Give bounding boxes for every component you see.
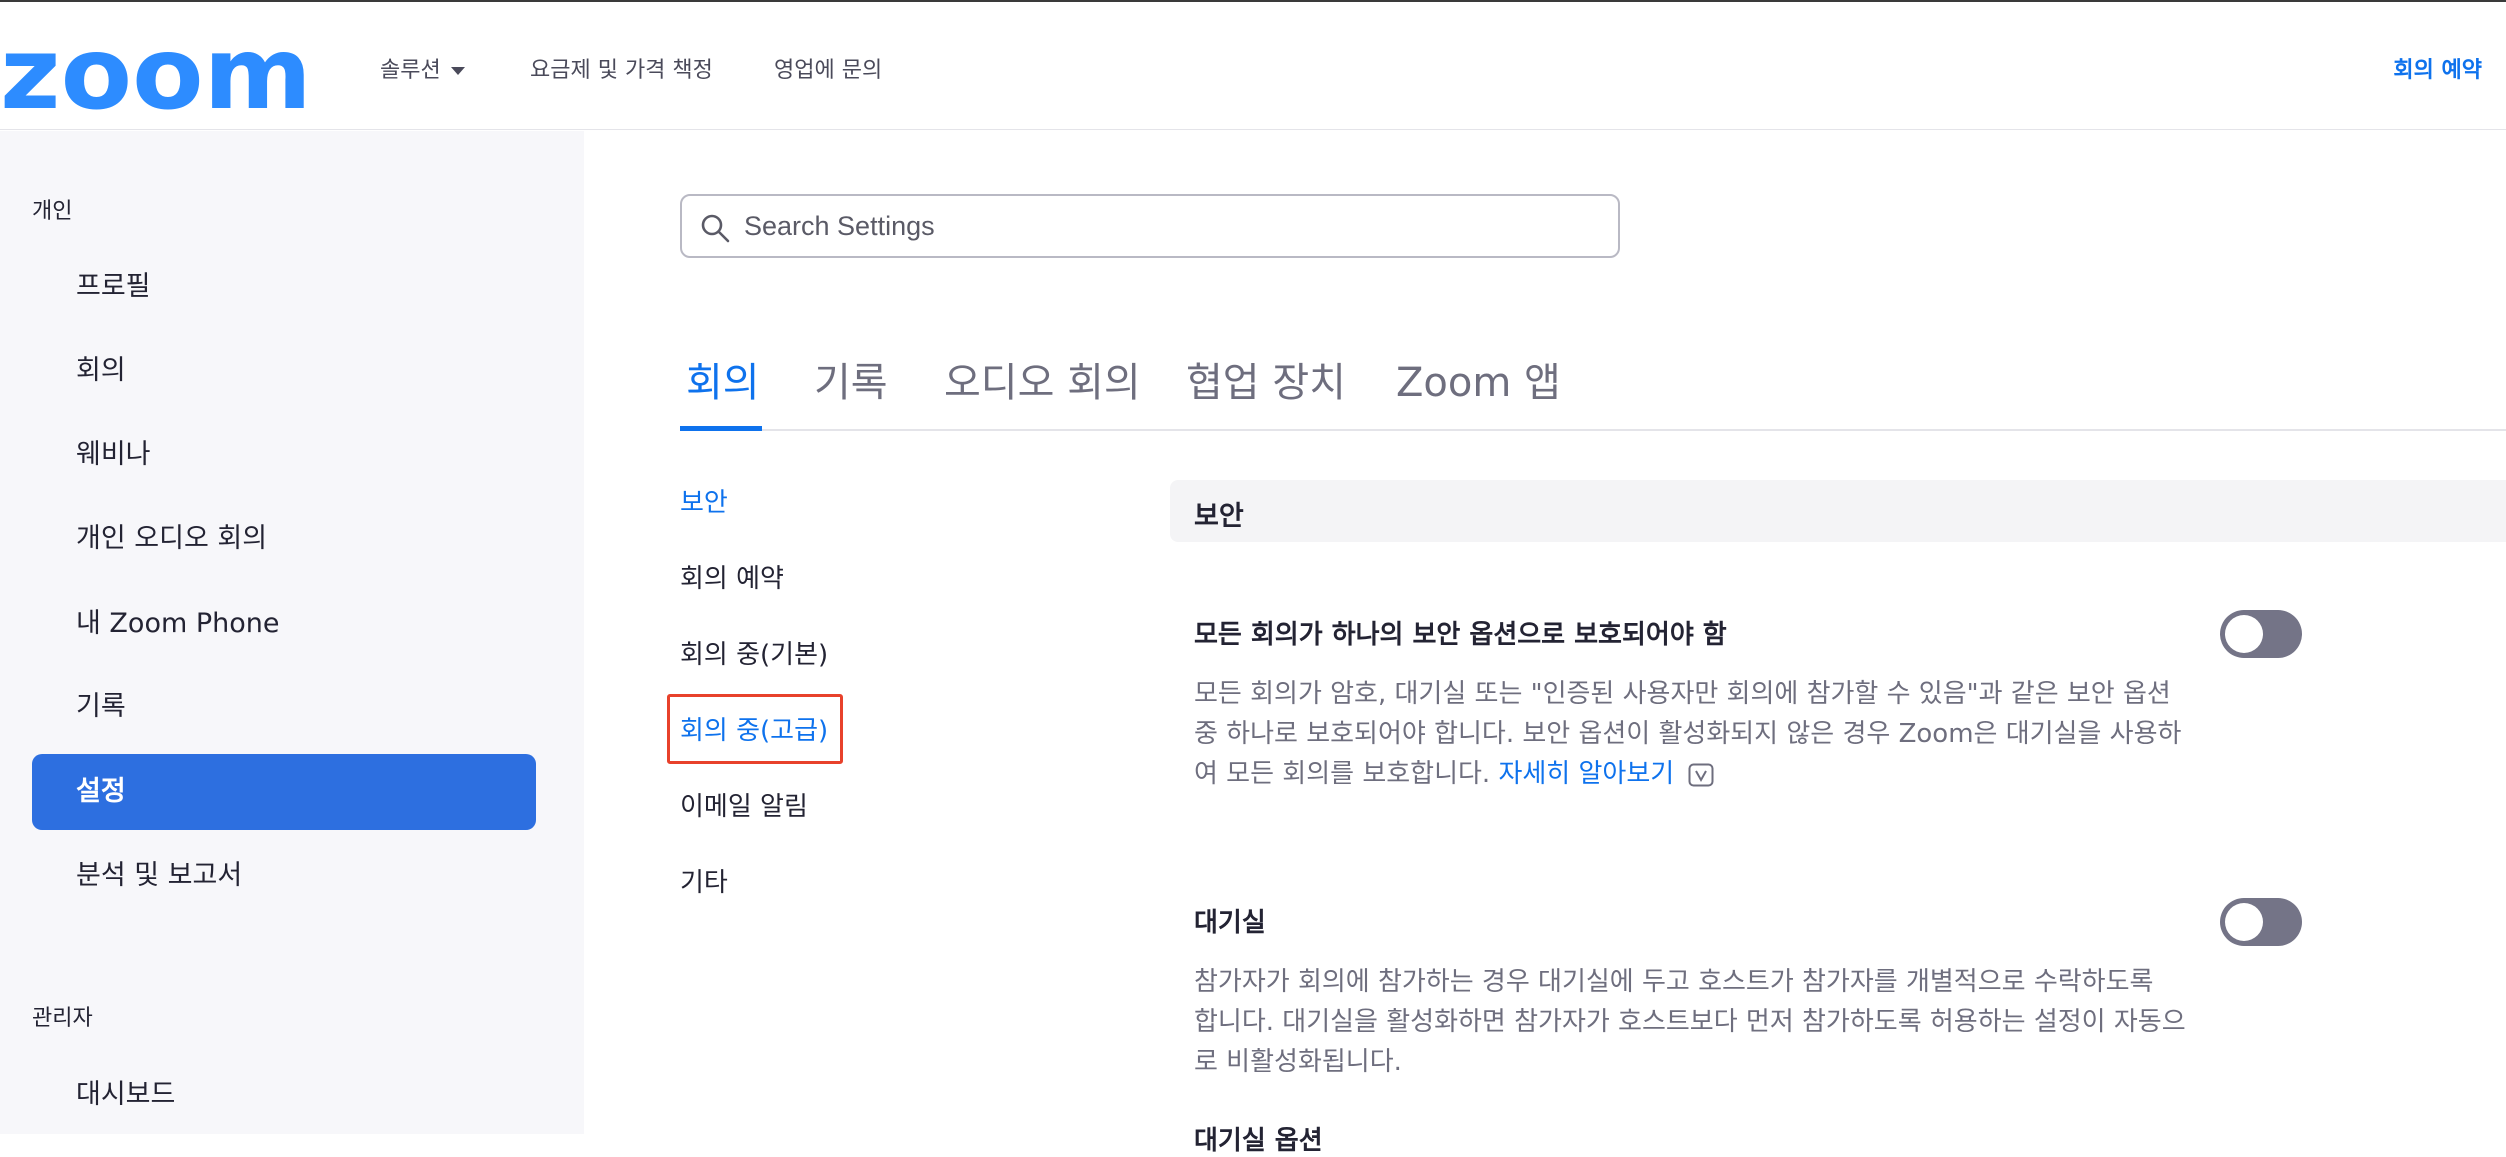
setting-desc-waiting-room: 참가자가 회의에 참가하는 경우 대기실에 두고 호스트가 참가자를 개별적으로… [1194, 962, 2194, 1082]
search-settings-box[interactable] [680, 194, 1620, 258]
toggle-knob [2225, 903, 2263, 941]
zoom-logo[interactable]: zoom [0, 32, 316, 116]
search-icon [701, 214, 730, 243]
subnav-other[interactable]: 기타 [680, 862, 728, 899]
setting-desc-line: 중 하나로 보호되어야 합니다. 보안 옵션이 활성화되지 않은 경우 Zoom… [1194, 719, 2182, 749]
sidebar-item-dashboard[interactable]: 대시보드 [32, 1057, 536, 1133]
nav-contact-sales[interactable]: 영업에 문의 [774, 52, 882, 84]
chevron-down-icon [450, 67, 465, 75]
nav-solutions-label: 솔루션 [380, 58, 441, 83]
sidebar-section-personal: 개인 [32, 199, 73, 224]
selection-highlight-box [667, 694, 843, 764]
setting-desc-line: 참가자가 회의에 참가하는 경우 대기실에 두고 호스트가 참가자를 개별적으로… [1194, 967, 2154, 997]
external-video-icon[interactable] [1688, 763, 1714, 787]
search-input[interactable] [742, 196, 1602, 256]
active-tab-indicator [680, 426, 762, 431]
setting-desc-line: 합니다. 대기실을 활성화하면 참가자가 호스트보다 먼저 참가하도록 허용하는… [1194, 1007, 2186, 1037]
subnav-in-meeting-basic[interactable]: 회의 중(기본) [680, 634, 828, 671]
section-title: 보안 [1194, 501, 1244, 532]
subnav-security[interactable]: 보안 [680, 482, 728, 519]
setting-desc-line: 여 모든 회의를 보호합니다. 자세히 알아보기 [1194, 754, 2194, 794]
subnav-schedule-meeting[interactable]: 회의 예약 [680, 558, 784, 595]
setting-title-require-security: 모든 회의가 하나의 보안 옵션으로 보호되어야 함 [1194, 620, 1727, 650]
tab-recordings[interactable]: 기록 [814, 350, 888, 408]
sidebar-item-audio-conference[interactable]: 개인 오디오 회의 [32, 501, 536, 577]
sidebar: 개인 프로필 회의 웨비나 개인 오디오 회의 내 Zoom Phone 기록 … [0, 131, 584, 1134]
toggle-knob [2225, 615, 2263, 653]
sidebar-item-recordings[interactable]: 기록 [32, 669, 536, 745]
top-header: zoom 솔루션 요금제 및 가격 책정 영업에 문의 회의 예약 [0, 2, 2506, 130]
toggle-require-security[interactable] [2220, 610, 2302, 658]
sidebar-item-reports[interactable]: 분석 및 보고서 [32, 838, 536, 914]
setting-title-waiting-room: 대기실 [1194, 908, 1266, 938]
toggle-waiting-room[interactable] [2220, 898, 2302, 946]
tabs-divider [680, 429, 2506, 431]
tab-collaboration-devices[interactable]: 협업 장치 [1186, 350, 1346, 408]
nav-pricing[interactable]: 요금제 및 가격 책정 [530, 52, 713, 84]
sidebar-item-profile[interactable]: 프로필 [32, 249, 536, 325]
sidebar-item-settings[interactable]: 설정 [32, 754, 536, 830]
subnav-email-notification[interactable]: 이메일 알림 [680, 786, 808, 823]
setting-desc-line: 로 비활성화됩니다. [1194, 1047, 1402, 1077]
tab-audio-conference[interactable]: 오디오 회의 [944, 350, 1141, 408]
setting-title-waiting-room-options: 대기실 옵션 [1194, 1126, 1323, 1156]
setting-desc-line-text: 여 모든 회의를 보호합니다. [1194, 759, 1491, 789]
sidebar-item-meetings[interactable]: 회의 [32, 333, 536, 409]
sidebar-section-admin: 관리자 [32, 1006, 93, 1031]
svg-text:zoom: zoom [0, 32, 312, 116]
schedule-meeting-link[interactable]: 회의 예약 [2393, 52, 2482, 84]
tab-zoom-apps[interactable]: Zoom 앱 [1396, 350, 1561, 408]
nav-solutions[interactable]: 솔루션 [380, 52, 465, 84]
setting-desc-require-security: 모든 회의가 암호, 대기실 또는 "인증된 사용자만 회의에 참가할 수 있음… [1194, 674, 2194, 794]
learn-more-link[interactable]: 자세히 알아보기 [1498, 759, 1674, 789]
setting-desc-line: 모든 회의가 암호, 대기실 또는 "인증된 사용자만 회의에 참가할 수 있음… [1194, 679, 2171, 709]
sidebar-item-zoom-phone[interactable]: 내 Zoom Phone [32, 586, 536, 662]
sidebar-item-webinars[interactable]: 웨비나 [32, 417, 536, 493]
section-header-security: 보안 [1170, 480, 2506, 542]
tab-meetings[interactable]: 회의 [686, 350, 760, 408]
